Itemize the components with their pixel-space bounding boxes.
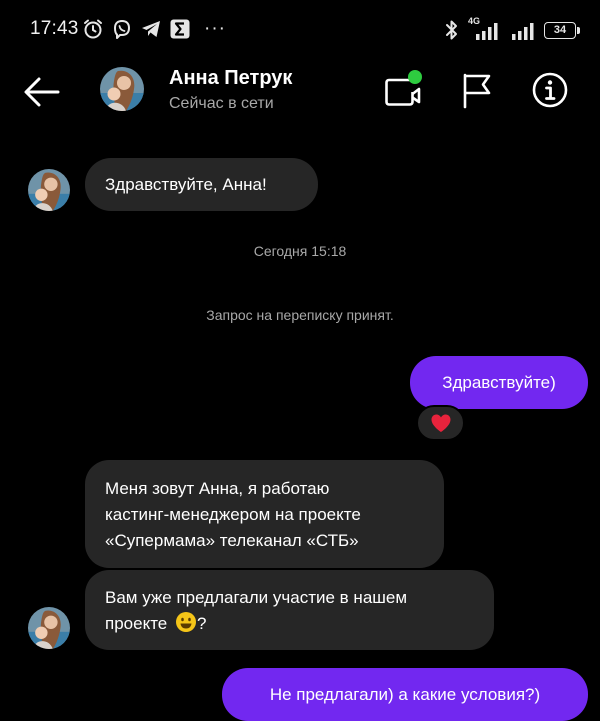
heart-icon [431,414,450,432]
sender-avatar[interactable] [28,169,70,211]
message-text: Не предлагали) а какие условия?) [269,684,541,704]
message-text: Здравствуйте, Анна! [105,174,267,194]
date-separator: Сегодня 15:18 [253,243,347,259]
signal-bars-2-icon [512,23,534,40]
battery-indicator: 34 [544,21,580,39]
contact-name[interactable]: Анна Петрук [169,67,292,90]
cellular-signal-1: 4G [466,16,504,42]
message-line: Меня зовут Анна, я работаю [105,479,330,498]
message-reaction[interactable] [416,405,465,441]
back-arrow-icon[interactable] [22,74,62,110]
status-time: 17:43 [30,18,79,39]
telegram-icon [142,21,160,37]
bluetooth-icon [446,20,457,40]
avatar-photo [100,67,144,111]
incoming-message[interactable]: Вам уже предлагали участие в нашем проек… [85,570,494,650]
incoming-message[interactable]: Меня зовут Анна, я работаю кастинг-менед… [85,460,444,568]
signal-bars-icon [476,23,498,40]
avatar-photo [28,169,70,211]
contact-avatar[interactable] [100,67,144,111]
status-notification-icons: ··· [82,17,226,41]
info-icon[interactable] [531,71,569,109]
viber-icon [114,20,130,39]
request-accepted-notice: Запрос на переписку принят. [206,307,394,323]
more-notifications-indicator: ··· [204,18,226,39]
smile-emoji-icon [175,612,196,632]
sigma-app-icon [170,19,190,39]
sender-avatar[interactable] [28,607,70,649]
avatar-photo [28,607,70,649]
report-flag-icon[interactable] [459,71,495,109]
message-text: Здравствуйте) [442,372,556,392]
message-line-suffix: ? [196,614,207,633]
outgoing-message[interactable]: Здравствуйте) [410,356,588,409]
video-call-icon[interactable] [383,70,427,110]
message-line-text: проекте [105,614,168,633]
message-line: проекте ? [105,611,474,637]
outgoing-message[interactable]: Не предлагали) а какие условия?) [222,668,588,721]
incoming-message[interactable]: Здравствуйте, Анна! [85,158,318,211]
message-line: «Супермама» телеканал «СТБ» [105,531,359,550]
message-line: кастинг-менеджером на проекте [105,505,361,524]
online-dot [408,70,422,84]
alarm-clock-icon [84,19,102,39]
contact-online-status: Сейчас в сети [169,95,274,112]
message-line: Вам уже предлагали участие в нашем [105,588,408,607]
status-system-icons: 4G 34 [444,16,580,44]
